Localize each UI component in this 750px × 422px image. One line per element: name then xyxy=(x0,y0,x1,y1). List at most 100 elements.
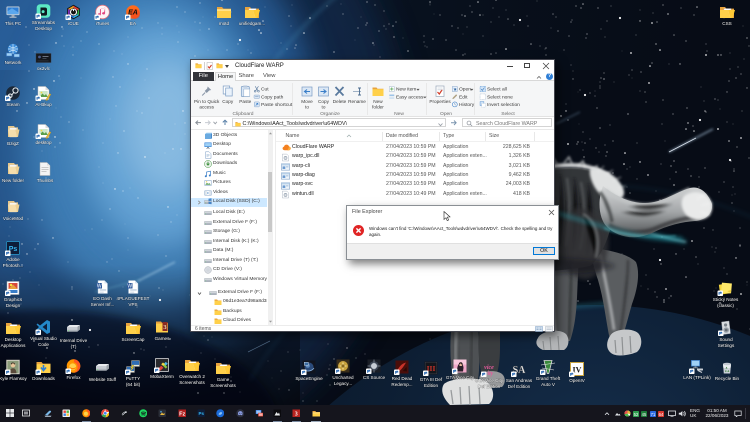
svg-text:Open: Open xyxy=(459,86,471,92)
svg-text:Server Inf...: Server Inf... xyxy=(91,302,115,307)
svg-text:Organize: Organize xyxy=(320,111,340,117)
svg-text:iTunes: iTunes xyxy=(96,21,110,26)
svg-text:Design: Design xyxy=(6,303,21,308)
svg-text:Code: Code xyxy=(38,342,49,347)
svg-text:Applications: Applications xyxy=(1,343,26,348)
svg-text:Easy access: Easy access xyxy=(396,94,424,100)
svg-text:45: 45 xyxy=(642,411,647,416)
svg-text:motd: motd xyxy=(219,21,230,26)
svg-text:(64 bit): (64 bit) xyxy=(126,382,141,387)
svg-text:Games: Games xyxy=(155,336,171,341)
svg-text:EA: EA xyxy=(130,21,137,26)
svg-text:Copy path: Copy path xyxy=(261,94,284,100)
svg-text:Desktop: Desktop xyxy=(35,26,52,31)
svg-text:New folder: New folder xyxy=(2,178,24,183)
svg-text:Sticky Notes: Sticky Notes xyxy=(713,297,739,302)
svg-text:Steam: Steam xyxy=(6,102,19,107)
svg-text:Downloads: Downloads xyxy=(32,376,55,381)
svg-text:Pin to Quick: Pin to Quick xyxy=(194,99,220,104)
svg-text:Screenshots: Screenshots xyxy=(179,380,205,385)
svg-text:Paste: Paste xyxy=(239,99,251,104)
svg-text:Recycle Bin: Recycle Bin xyxy=(715,376,740,381)
svg-text:New: New xyxy=(373,99,383,104)
svg-text:iCUE: iCUE xyxy=(68,21,79,26)
svg-text:Legacy...: Legacy... xyxy=(334,381,352,386)
svg-text:Copy: Copy xyxy=(318,99,330,104)
svg-text:LAN (TPLink): LAN (TPLink) xyxy=(683,375,711,380)
svg-text:to: to xyxy=(305,104,309,109)
svg-text:Select: Select xyxy=(501,111,515,117)
svg-text:Settings: Settings xyxy=(718,343,735,348)
svg-text:CS Source: CS Source xyxy=(363,375,386,380)
svg-text:Edit: Edit xyxy=(459,94,468,100)
svg-text:Cut: Cut xyxy=(261,86,269,92)
svg-text:Internal Drive: Internal Drive xyxy=(60,338,88,343)
svg-text:New: New xyxy=(394,111,404,117)
svg-text:GTA Vice City: GTA Vice City xyxy=(475,378,504,383)
svg-text:64: 64 xyxy=(659,411,664,416)
svg-text:VoiceMod: VoiceMod xyxy=(3,216,24,221)
svg-text:Graphics: Graphics xyxy=(4,297,23,302)
svg-text:Auto V: Auto V xyxy=(541,382,556,387)
svg-text:This PC: This PC xyxy=(5,21,22,26)
svg-text:Delete: Delete xyxy=(333,99,347,104)
svg-text:OpenIV: OpenIV xyxy=(569,378,586,383)
svg-text:to: to xyxy=(322,104,326,109)
svg-text:Visual Studio: Visual Studio xyxy=(30,336,57,341)
svg-text:Thumbs: Thumbs xyxy=(37,178,54,183)
svg-text:access: access xyxy=(199,104,214,109)
svg-text:Screenshots: Screenshots xyxy=(210,383,236,388)
svg-text:(classic): (classic) xyxy=(717,303,734,308)
svg-text:MobaXterm: MobaXterm xyxy=(150,374,174,379)
svg-text:folder: folder xyxy=(372,104,384,109)
svg-text:Photosh...: Photosh... xyxy=(3,263,24,268)
svg-text:Select all: Select all xyxy=(487,86,507,92)
svg-text:Adobe: Adobe xyxy=(6,257,20,262)
svg-text:Properties: Properties xyxy=(429,99,451,104)
svg-text:Move: Move xyxy=(301,99,313,104)
svg-text:San Andreas: San Andreas xyxy=(506,378,533,383)
svg-text:Overwatch 2: Overwatch 2 xyxy=(179,374,205,379)
svg-text:History: History xyxy=(459,102,475,108)
svg-text:Website Stuff: Website Stuff xyxy=(89,377,117,382)
svg-text:3: 3 xyxy=(295,412,298,418)
svg-text:Streamlabs: Streamlabs xyxy=(32,20,56,25)
svg-text:BzigZ: BzigZ xyxy=(7,141,19,146)
svg-text:Grand Theft: Grand Theft xyxy=(536,376,561,381)
svg-text:Clipboard: Clipboard xyxy=(233,111,254,117)
svg-text:desktop: desktop xyxy=(35,140,52,145)
svg-text:Select none: Select none xyxy=(487,94,513,100)
svg-text:ScreenCap: ScreenCap xyxy=(122,337,145,342)
svg-text:Uncharted: Uncharted xyxy=(332,375,354,380)
svg-text:Def Edition: Def Edition xyxy=(478,384,501,389)
svg-text:ox2vlc: ox2vlc xyxy=(37,66,51,71)
svg-text:Sound: Sound xyxy=(719,337,733,342)
svg-text:Network: Network xyxy=(5,60,23,65)
svg-text:New item: New item xyxy=(396,86,416,92)
svg-text:AI-Bkup: AI-Bkup xyxy=(35,102,52,107)
svg-text:Fz: Fz xyxy=(179,412,185,418)
svg-text:Copy: Copy xyxy=(222,99,234,104)
svg-text:71: 71 xyxy=(650,411,655,416)
svg-text:unifiedgam...: unifiedgam... xyxy=(239,21,265,26)
svg-text:SpaceEngine: SpaceEngine xyxy=(295,376,323,381)
svg-text:CSS: CSS xyxy=(722,21,731,26)
svg-text:Kyle Flamsoy: Kyle Flamsoy xyxy=(0,376,27,381)
svg-text:EO Dash: EO Dash xyxy=(93,296,112,301)
svg-text:Def Edition: Def Edition xyxy=(508,384,531,389)
svg-text:Redemp...: Redemp... xyxy=(391,382,412,387)
svg-text:Desktop: Desktop xyxy=(5,337,22,342)
svg-text:Edition: Edition xyxy=(424,383,438,388)
svg-text:PuTTY: PuTTY xyxy=(126,376,140,381)
svg-text:VPS: VPS xyxy=(128,302,137,307)
svg-text:GTA Vice City: GTA Vice City xyxy=(446,375,475,380)
svg-text:Open: Open xyxy=(440,111,452,117)
svg-text:Red Dead: Red Dead xyxy=(392,376,413,381)
svg-text:Invert selection: Invert selection xyxy=(487,102,520,108)
svg-text:52: 52 xyxy=(633,411,638,416)
svg-text:Game: Game xyxy=(217,377,230,382)
svg-text:4PLAGUEFEST: 4PLAGUEFEST xyxy=(117,296,150,301)
svg-text:Ps: Ps xyxy=(198,411,204,416)
svg-text:Rename: Rename xyxy=(348,99,366,104)
svg-text:(T): (T) xyxy=(71,344,77,349)
